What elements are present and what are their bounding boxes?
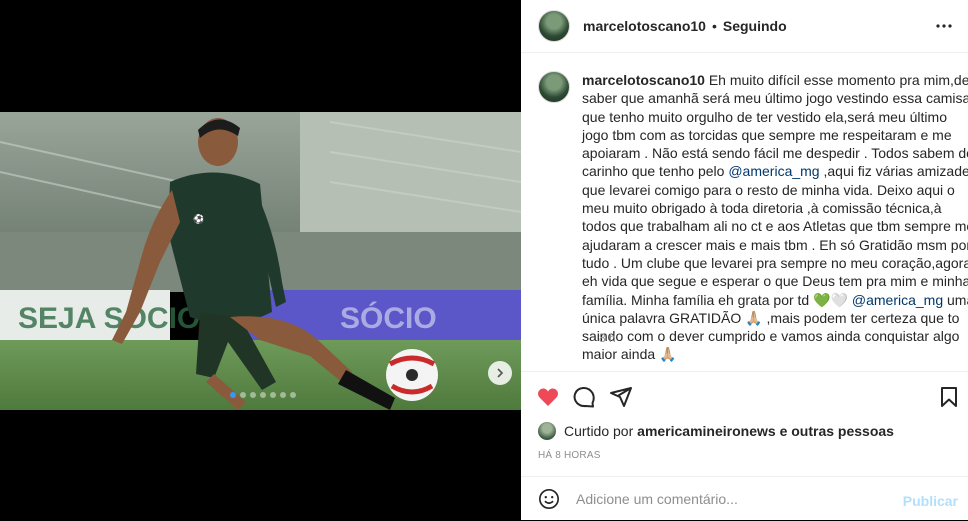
likes-summary: Curtido por americamineironews e outras … — [538, 422, 894, 440]
chevron-right-icon — [497, 368, 504, 378]
carousel-dot — [240, 392, 246, 398]
caption-text: marcelotoscano10 Eh muito difícil esse m… — [582, 71, 968, 364]
share-icon[interactable] — [609, 385, 633, 409]
banner-left-text: SEJA SÓCIO — [18, 301, 200, 335]
caption-time: 8 h — [599, 331, 616, 345]
bookmark-icon[interactable] — [937, 385, 961, 409]
emoji-icon[interactable] — [538, 488, 560, 510]
comment-input[interactable] — [574, 490, 878, 508]
svg-text:⚽: ⚽ — [192, 213, 204, 224]
post-date: HÁ 8 HORAS — [538, 450, 601, 461]
comment-icon[interactable] — [572, 385, 596, 409]
mention-link[interactable]: @america_mg — [728, 163, 819, 179]
post-side-panel: marcelotoscano10 • Seguindo marcelotosca… — [521, 0, 968, 520]
carousel-dot — [250, 392, 256, 398]
more-options-icon[interactable] — [936, 18, 952, 34]
carousel-dot — [290, 392, 296, 398]
carousel-dot — [270, 392, 276, 398]
carousel-indicator — [230, 392, 296, 398]
post-media: SEJA SÓCIO SÓCIO ⚽ — [0, 0, 521, 520]
others-link[interactable]: e outras pessoas — [780, 423, 894, 439]
banner-right-text: SÓCIO — [340, 301, 437, 335]
heart-icon[interactable] — [536, 385, 560, 409]
carousel-dot — [230, 392, 236, 398]
carousel-next-button[interactable] — [488, 361, 512, 385]
post-header: marcelotoscano10 • Seguindo — [521, 0, 968, 53]
football-player-photo: SEJA SÓCIO SÓCIO ⚽ — [0, 112, 521, 410]
username-link[interactable]: marcelotoscano10 — [583, 18, 706, 34]
liker-username-link[interactable]: americamineironews — [637, 423, 776, 439]
carousel-dot — [280, 392, 286, 398]
likes-prefix: Curtido por — [564, 423, 634, 439]
mention-link[interactable]: @america_mg — [852, 292, 943, 308]
follow-status-button[interactable]: Seguindo — [723, 18, 787, 34]
separator-dot: • — [711, 18, 717, 34]
comments-section[interactable]: marcelotoscano10 Eh muito difícil esse m… — [521, 53, 968, 372]
football-ball — [386, 349, 438, 401]
post-photo[interactable]: SEJA SÓCIO SÓCIO ⚽ — [0, 112, 521, 410]
publish-button[interactable]: Publicar — [903, 493, 958, 509]
avatar[interactable] — [538, 10, 570, 42]
avatar[interactable] — [538, 71, 570, 103]
action-bar — [521, 373, 968, 419]
caption-part: ,aqui fiz várias amizades que levarei co… — [582, 163, 968, 308]
avatar[interactable] — [538, 422, 556, 440]
carousel-dot — [260, 392, 266, 398]
add-comment-bar: Publicar — [521, 476, 968, 521]
caption-username-link[interactable]: marcelotoscano10 — [582, 72, 705, 88]
